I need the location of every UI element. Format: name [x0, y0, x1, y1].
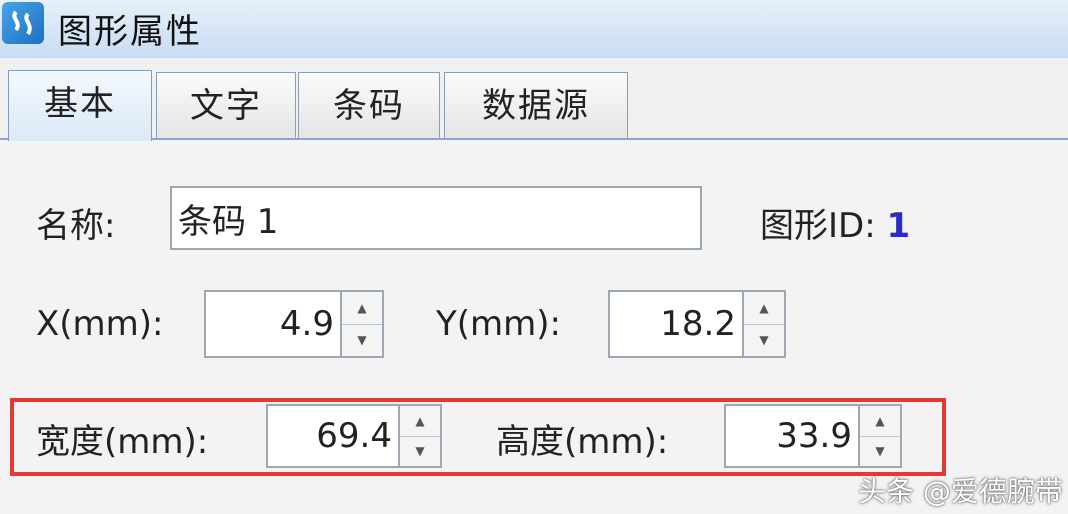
x-label: X(mm):	[36, 304, 164, 344]
y-decrement-button[interactable]: ▼	[744, 324, 784, 356]
y-spinner: ▲ ▼	[608, 290, 786, 358]
tab-text[interactable]: 文字	[156, 72, 296, 139]
y-input[interactable]	[608, 290, 744, 358]
app-icon	[2, 2, 44, 44]
name-input[interactable]	[170, 186, 702, 250]
highlight-box	[10, 398, 946, 476]
x-spin-buttons: ▲ ▼	[342, 290, 384, 358]
shape-id-label: 图形ID: 1	[760, 198, 910, 247]
watermark: 头条 @爱德腕带	[858, 475, 1063, 508]
x-input[interactable]	[204, 290, 342, 358]
y-spin-buttons: ▲ ▼	[744, 290, 786, 358]
shape-id-label-text: 图形ID:	[760, 206, 876, 246]
x-increment-button[interactable]: ▲	[342, 292, 382, 325]
tab-data-source[interactable]: 数据源	[444, 72, 628, 139]
tab-basic[interactable]: 基本	[8, 70, 152, 141]
x-spinner: ▲ ▼	[204, 290, 384, 358]
shape-id-value: 1	[886, 206, 911, 246]
y-increment-button[interactable]: ▲	[744, 292, 784, 325]
name-label: 名称:	[36, 206, 116, 246]
tab-barcode[interactable]: 条码	[298, 72, 440, 139]
x-decrement-button[interactable]: ▼	[342, 324, 382, 356]
window-title: 图形属性	[58, 12, 202, 52]
title-bar: 图形属性	[0, 0, 1068, 59]
y-label: Y(mm):	[436, 304, 561, 344]
